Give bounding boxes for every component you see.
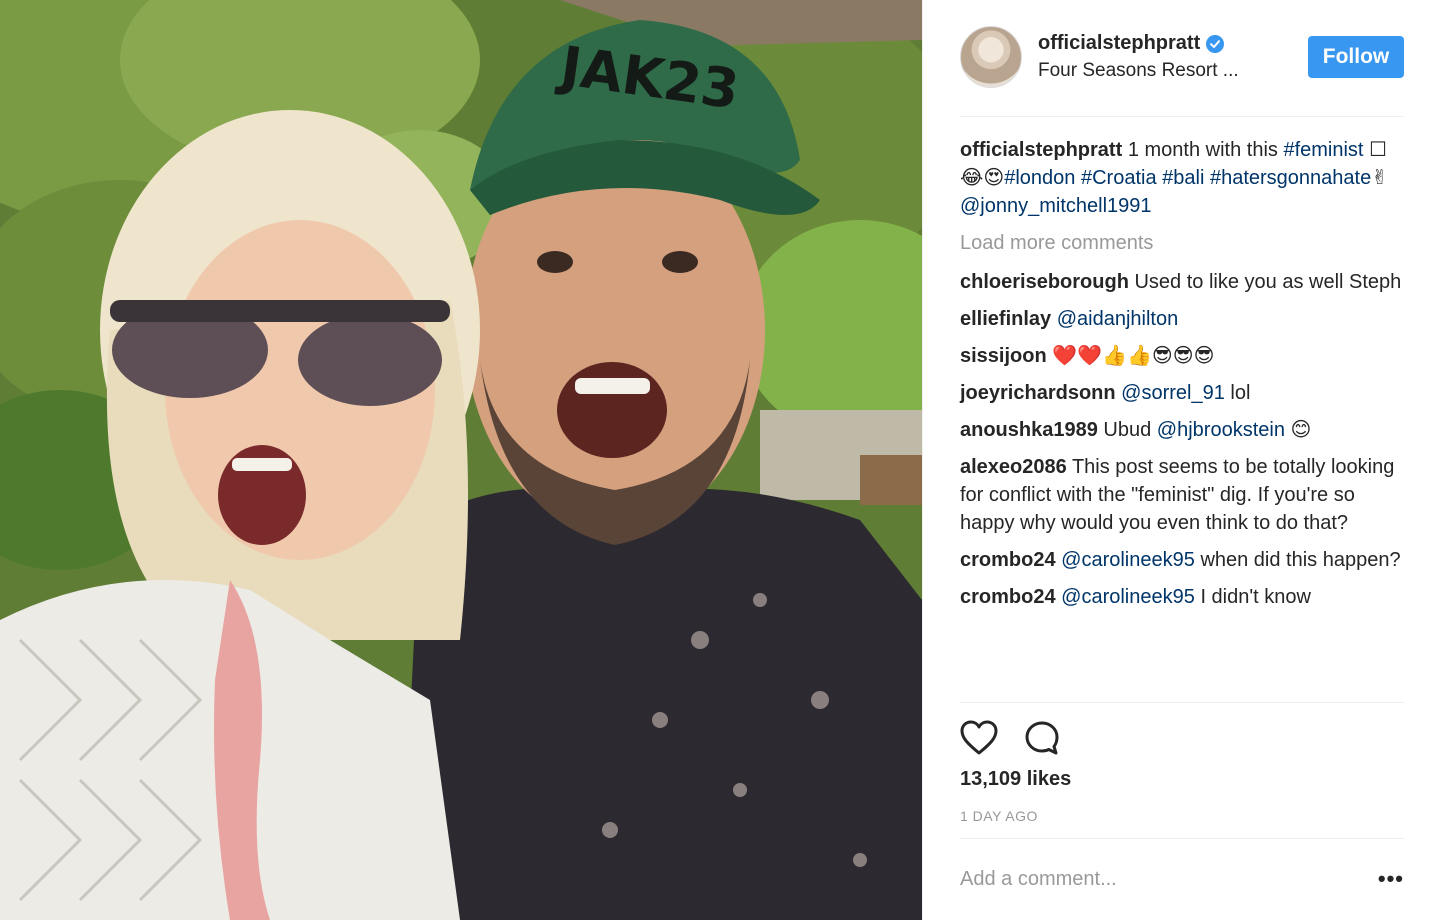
caption-emoji-peace: ✌	[1371, 167, 1388, 189]
post-photo[interactable]: JAK23	[0, 0, 922, 920]
comment-username[interactable]: chloeriseborough	[960, 271, 1129, 293]
comment-box-divider	[960, 838, 1404, 839]
comment-text: Ubud	[1103, 419, 1152, 441]
post-header: officialstephpratt Four Seasons Resort .…	[960, 24, 1404, 90]
caption: officialstephpratt 1 month with this #fe…	[960, 136, 1404, 220]
hashtag-london[interactable]: #london	[1004, 167, 1075, 189]
action-bar	[960, 718, 1404, 758]
comment-item: crombo24 @carolineek95 when did this hap…	[960, 546, 1404, 574]
actions-divider	[960, 702, 1404, 703]
comment-username[interactable]: elliefinlay	[960, 308, 1051, 330]
comment-username[interactable]: joeyrichardsonn	[960, 382, 1116, 404]
comment-item: elliefinlay @aidanjhilton	[960, 305, 1404, 333]
caption-mention[interactable]: @jonny_mitchell1991	[960, 195, 1152, 217]
hashtag-croatia[interactable]: #Croatia	[1081, 167, 1157, 189]
comment-username[interactable]: crombo24	[960, 549, 1056, 571]
load-more-comments-button[interactable]: Load more comments	[960, 229, 1404, 257]
header-username[interactable]: officialstephpratt	[1038, 32, 1200, 55]
comment-item: chloeriseborough Used to like you as wel…	[960, 268, 1404, 296]
comment-mention[interactable]: @hjbrookstein	[1157, 419, 1285, 441]
follow-button[interactable]: Follow	[1308, 36, 1404, 78]
hashtag-hatersgonnahate[interactable]: #hatersgonnahate	[1210, 167, 1371, 189]
hashtag-bali[interactable]: #bali	[1162, 167, 1204, 189]
username-row: officialstephpratt	[1038, 32, 1308, 55]
comment-username[interactable]: crombo24	[960, 586, 1056, 608]
comment-text: when did this happen?	[1200, 549, 1401, 571]
add-comment-input[interactable]: Add a comment...	[960, 868, 1378, 891]
comment-text: I didn't know	[1200, 586, 1311, 608]
heart-icon[interactable]	[960, 720, 998, 756]
caption-text: 1 month with this	[1127, 139, 1278, 161]
likes-count[interactable]: 13,109 likes	[960, 768, 1071, 791]
post-side-panel: officialstephpratt Four Seasons Resort .…	[922, 0, 1440, 920]
comments-list: officialstephpratt 1 month with this #fe…	[960, 136, 1404, 620]
comment-mention[interactable]: @carolineek95	[1061, 549, 1195, 571]
location-link[interactable]: Four Seasons Resort ...	[1038, 60, 1308, 82]
avatar[interactable]	[960, 26, 1022, 88]
comment-item: crombo24 @carolineek95 I didn't know	[960, 583, 1404, 611]
comment-text: lol	[1230, 382, 1251, 404]
comment-text: ❤️❤️👍👍😎😎😎	[1052, 345, 1215, 367]
instagram-post: JAK23 officialstephpratt Four Seasons Re…	[0, 0, 1440, 920]
caption-username[interactable]: officialstephpratt	[960, 139, 1122, 161]
comment-mention[interactable]: @carolineek95	[1061, 586, 1195, 608]
comment-mention[interactable]: @sorrel_91	[1121, 382, 1225, 404]
more-options-icon[interactable]: •••	[1378, 866, 1404, 892]
comment-username[interactable]: anoushka1989	[960, 419, 1098, 441]
comment-item: sissijoon ❤️❤️👍👍😎😎😎	[960, 342, 1404, 370]
comment-item: joeyrichardsonn @sorrel_91 lol	[960, 379, 1404, 407]
comment-icon[interactable]	[1024, 720, 1060, 756]
header-text: officialstephpratt Four Seasons Resort .…	[1038, 32, 1308, 82]
hashtag-feminist[interactable]: #feminist	[1283, 139, 1363, 161]
header-divider	[960, 116, 1404, 117]
comment-item: alexeo2086 This post seems to be totally…	[960, 453, 1404, 537]
photo-illustration: JAK23	[0, 0, 922, 920]
verified-badge-icon	[1206, 34, 1225, 53]
comment-text: Used to like you as well Steph	[1134, 271, 1402, 293]
comment-emoji: 😊	[1290, 419, 1312, 441]
comment-username[interactable]: sissijoon	[960, 345, 1047, 367]
post-date[interactable]: 1 DAY AGO	[960, 808, 1038, 824]
comment-mention[interactable]: @aidanjhilton	[1057, 308, 1179, 330]
comment-item: anoushka1989 Ubud @hjbrookstein 😊	[960, 416, 1404, 444]
add-comment-row: Add a comment... •••	[960, 866, 1404, 892]
comment-username[interactable]: alexeo2086	[960, 456, 1067, 478]
